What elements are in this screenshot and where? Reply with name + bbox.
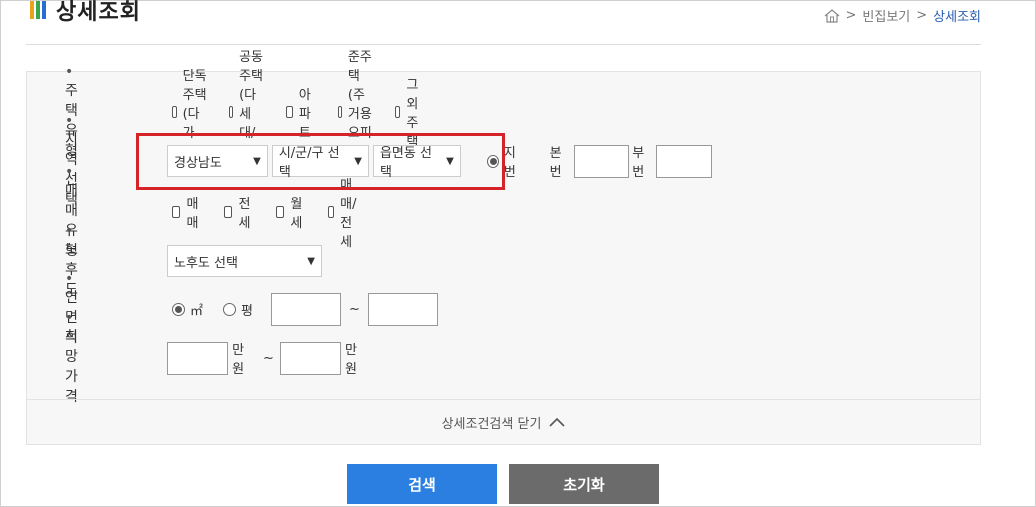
area-unit-pyeong-radio[interactable]: 평 bbox=[223, 300, 253, 319]
trade-type-option[interactable]: 전세 bbox=[223, 193, 254, 231]
checkbox[interactable] bbox=[172, 206, 181, 218]
checkbox[interactable] bbox=[327, 206, 335, 218]
sub-number-input[interactable] bbox=[656, 144, 712, 178]
checkbox[interactable] bbox=[286, 106, 293, 118]
search-panel: •주택유형 단독주택(다가구) 공동주택(다세대/연립) 아파트 준주택(주거용… bbox=[26, 50, 981, 445]
breadcrumb-item-current: 상세조회 bbox=[933, 10, 981, 25]
price-unit-label: 만원 bbox=[232, 343, 245, 377]
region-highlight-box bbox=[136, 133, 505, 190]
price-max-input[interactable] bbox=[279, 341, 342, 375]
collapse-label: 상세조건검색 닫기 bbox=[441, 417, 542, 432]
checkbox[interactable] bbox=[338, 106, 342, 118]
chevron-up-icon bbox=[549, 416, 565, 430]
home-icon[interactable] bbox=[824, 8, 840, 23]
area-min-input[interactable] bbox=[270, 292, 341, 326]
checkbox[interactable] bbox=[223, 206, 233, 218]
range-tilde: ~ bbox=[262, 350, 274, 366]
checkbox[interactable] bbox=[275, 206, 285, 218]
page-title: 상세조회 bbox=[56, 0, 141, 25]
price-label: •희망가격 bbox=[65, 310, 78, 405]
checkbox[interactable] bbox=[172, 106, 177, 118]
checkbox[interactable] bbox=[395, 106, 401, 118]
radio-button[interactable] bbox=[223, 302, 237, 316]
main-number-input[interactable] bbox=[573, 144, 630, 178]
trade-type-option[interactable]: 월세 bbox=[275, 193, 306, 231]
housing-type-option[interactable]: 아파트 bbox=[286, 84, 316, 141]
price-unit-label: 만원 bbox=[345, 343, 357, 377]
radio-button[interactable] bbox=[172, 302, 185, 316]
search-button[interactable]: 검색 bbox=[347, 464, 497, 504]
logo-icon bbox=[30, 1, 46, 19]
price-min-input[interactable] bbox=[167, 341, 229, 375]
breadcrumb-separator: > bbox=[916, 8, 928, 23]
breadcrumb-item-list[interactable]: 빈집보기 bbox=[862, 6, 910, 25]
sub-number-label: 부번 bbox=[632, 146, 645, 180]
aging-select[interactable]: 노후도 선택 ▼ bbox=[167, 245, 322, 277]
divider bbox=[26, 44, 981, 45]
breadcrumb-separator: > bbox=[845, 8, 857, 23]
breadcrumb: > 빈집보기 > 상세조회 bbox=[824, 6, 981, 25]
page-header: 상세조회 bbox=[30, 0, 141, 26]
reset-button[interactable]: 초기화 bbox=[509, 464, 659, 504]
range-tilde: ~ bbox=[348, 301, 360, 317]
main-number-label: 본번 bbox=[549, 146, 562, 180]
area-unit-sqm-radio[interactable]: ㎡ bbox=[172, 300, 203, 319]
collapse-detail-toggle[interactable]: 상세조건검색 닫기 bbox=[27, 399, 980, 445]
checkbox[interactable] bbox=[229, 106, 234, 118]
trade-type-option[interactable]: 매매 bbox=[172, 193, 202, 231]
area-max-input[interactable] bbox=[367, 292, 438, 326]
chevron-down-icon: ▼ bbox=[307, 255, 315, 267]
